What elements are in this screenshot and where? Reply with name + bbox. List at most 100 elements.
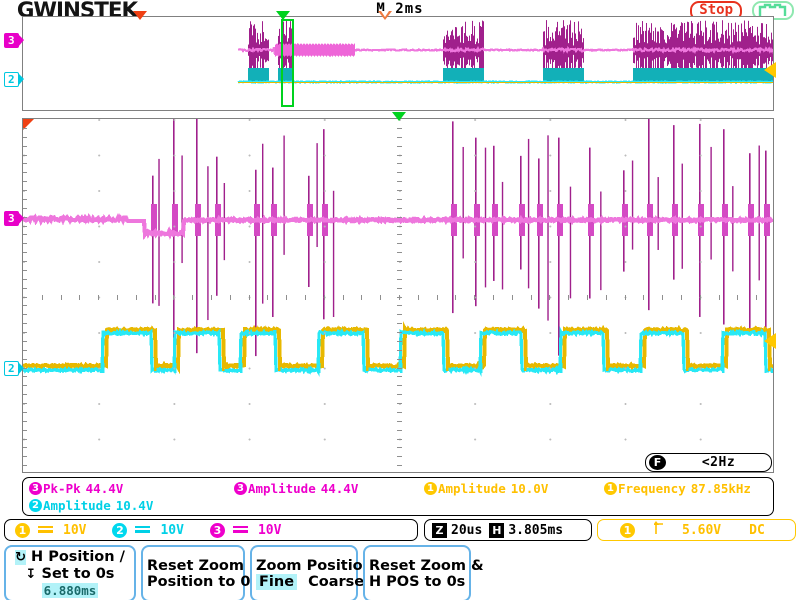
h-position-set-to-zero-button[interactable]: ↻ H Position / ↧ Set to 0s 6.880ms xyxy=(4,545,136,600)
softkey-row: ↻ H Position / ↧ Set to 0s 6.880ms Reset… xyxy=(4,545,484,600)
channel-2-scale: 10V xyxy=(160,522,184,538)
zoom-region-box[interactable] xyxy=(281,19,294,107)
graticule-tick xyxy=(397,340,402,342)
frequency-counter-icon: F xyxy=(649,455,666,470)
graticule-tick xyxy=(23,127,27,129)
graticule-tick xyxy=(397,127,402,129)
zoom-out-overview-window[interactable] xyxy=(22,16,774,111)
graticule-tick xyxy=(23,332,27,333)
graticule-tick xyxy=(397,447,402,449)
graticule-tick xyxy=(117,294,118,300)
graticule-tick xyxy=(23,358,27,360)
graticule-tick xyxy=(397,411,402,413)
overview-trigger-level-marker[interactable] xyxy=(764,62,776,78)
graticule-tick xyxy=(23,340,27,342)
rising-edge-icon xyxy=(653,521,666,539)
graticule-tick xyxy=(643,294,645,300)
graticule-tick xyxy=(397,385,402,387)
graticule-tick xyxy=(397,456,402,458)
overview-expansion-point-marker[interactable] xyxy=(378,11,392,20)
graticule-tick xyxy=(98,294,100,300)
graticule-tick xyxy=(605,294,607,300)
measurement-channel-badge: 3 xyxy=(29,482,42,495)
overview-channel-2-marker[interactable]: 2 xyxy=(4,72,24,87)
graticule-tick xyxy=(229,294,231,300)
zoom-timebase-icon: Z xyxy=(432,522,447,538)
graticule-tick xyxy=(23,163,27,165)
dc-coupling-icon xyxy=(232,525,248,535)
measurement-item[interactable]: 1 Frequency 87.85kHz xyxy=(604,481,751,496)
graticule-tick xyxy=(397,465,402,467)
measurement-item[interactable]: 2 Amplitude 10.4V xyxy=(29,498,153,513)
graticule-tick xyxy=(568,294,570,300)
channel-setting-2[interactable]: 2 10V xyxy=(112,522,184,538)
measurement-panel[interactable]: 3 Pk-Pk 44.4V 3 Amplitude 44.4V 1 Amplit… xyxy=(22,477,774,516)
graticule-tick xyxy=(23,278,27,280)
softkey-line: Position to 0s xyxy=(147,574,260,590)
reset-zoom-and-h-pos-button[interactable]: Reset Zoom & H POS to 0s xyxy=(363,545,484,600)
graticule-tick xyxy=(23,394,27,396)
graticule-tick xyxy=(23,154,27,156)
measurement-name: Amplitude xyxy=(43,498,111,513)
graticule-tick xyxy=(397,367,402,369)
main-channel-3-marker[interactable]: 3 xyxy=(4,211,24,226)
softkey-line: Reset Zoom & xyxy=(369,558,484,574)
graticule-tick xyxy=(23,314,27,316)
dc-coupling-icon xyxy=(135,525,151,535)
graticule-tick xyxy=(681,294,682,300)
graticule-tick xyxy=(23,456,27,458)
measurement-channel-badge: 3 xyxy=(234,482,247,495)
graticule-tick xyxy=(323,294,325,300)
graticule-tick xyxy=(397,296,402,298)
overview-channel-3-marker[interactable]: 3 xyxy=(4,33,24,48)
graticule-tick xyxy=(624,294,626,300)
graticule-tick xyxy=(23,287,27,289)
graticule-tick xyxy=(397,243,402,245)
graticule-tick xyxy=(530,294,532,300)
channel-setting-1[interactable]: 1 10V xyxy=(15,522,86,538)
graticule-tick xyxy=(662,294,664,300)
zoom-position-resolution-button[interactable]: Zoom Position Fine Coarse xyxy=(250,545,373,600)
softkey-value: 6.880ms xyxy=(41,583,99,598)
softkey-line: Zoom Position xyxy=(256,558,373,574)
graticule-tick xyxy=(60,294,62,300)
graticule-tick xyxy=(397,349,402,351)
graticule-tick xyxy=(397,287,402,289)
measurement-item[interactable]: 3 Amplitude 44.4V xyxy=(234,481,424,496)
rotary-knob-icon: ↻ xyxy=(15,550,26,565)
graticule-tick xyxy=(23,465,27,467)
reset-zoom-position-button[interactable]: Reset Zoom Position to 0s xyxy=(141,545,260,600)
trigger-level-marker[interactable] xyxy=(764,333,776,349)
zoom-main-graticule[interactable] xyxy=(22,118,774,473)
graticule-tick xyxy=(23,385,27,387)
softkey-line: ↻ H Position / xyxy=(15,549,125,565)
zoom-timebase-value: 20us xyxy=(451,522,483,538)
trigger-level-value: 5.60V xyxy=(682,522,722,538)
main-t-zero-marker[interactable] xyxy=(392,112,406,121)
graticule-tick xyxy=(417,294,419,300)
main-channel-2-marker[interactable]: 2 xyxy=(4,361,24,376)
graticule-tick xyxy=(23,145,27,147)
measurement-item[interactable]: 1 Amplitude 10.0V xyxy=(424,481,604,496)
graticule-tick xyxy=(397,181,402,183)
graticule-tick xyxy=(23,225,27,227)
softkey-line: Reset Zoom xyxy=(147,558,244,574)
graticule-tick xyxy=(211,294,212,300)
frequency-counter-value: <2Hz xyxy=(701,455,736,470)
timebase-bar[interactable]: Z 20us H 3.805ms xyxy=(424,519,592,541)
frequency-counter: F <2Hz xyxy=(645,453,772,472)
graticule-tick xyxy=(397,429,402,431)
measurement-item[interactable]: 3 Pk-Pk 44.4V xyxy=(29,481,234,496)
graticule-tick xyxy=(493,294,494,300)
channel-setting-3[interactable]: 3 10V xyxy=(209,522,281,538)
graticule-tick xyxy=(397,438,402,440)
main-timebase-value: 3.805ms xyxy=(508,522,564,538)
overview-h-position-marker[interactable] xyxy=(133,11,147,20)
zoom-position-coarse-option[interactable]: Coarse xyxy=(308,574,364,590)
graticule-tick xyxy=(23,376,27,378)
measurement-name: Amplitude xyxy=(438,481,506,496)
measurement-row-1: 3 Pk-Pk 44.4V 3 Amplitude 44.4V 1 Amplit… xyxy=(29,480,769,497)
trigger-bar[interactable]: 1 5.60V DC xyxy=(597,519,796,541)
graticule-tick xyxy=(397,358,402,360)
zoom-position-fine-option[interactable]: Fine xyxy=(256,574,298,590)
